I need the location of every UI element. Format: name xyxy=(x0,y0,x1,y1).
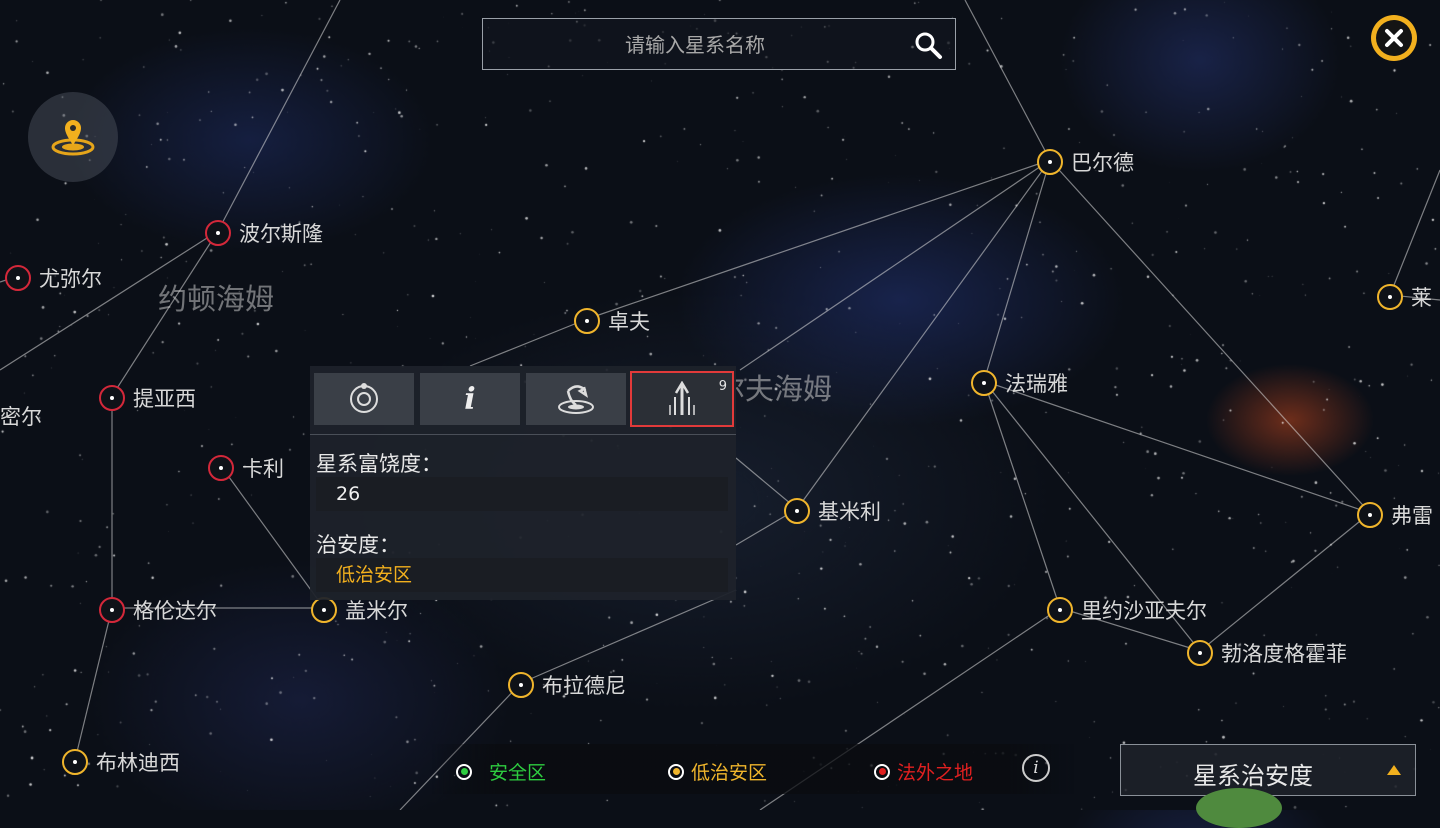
legend-item-lawless: 法外之地 xyxy=(874,758,973,785)
system-name: 卡利 xyxy=(242,457,284,481)
security-value: 低治安区 xyxy=(316,558,728,592)
system-marker-icon xyxy=(99,597,125,623)
system-marker-icon xyxy=(1037,149,1063,175)
system-node[interactable]: 波尔斯隆 xyxy=(205,218,323,248)
system-name: 基米利 xyxy=(818,500,881,524)
legend-label: 低治安区 xyxy=(691,762,768,784)
system-name: 提亚西 xyxy=(133,387,196,411)
system-node[interactable]: 布拉德尼 xyxy=(508,670,626,700)
system-name: 布拉德尼 xyxy=(542,674,626,698)
structures-icon xyxy=(669,381,695,415)
system-marker-icon xyxy=(1187,640,1213,666)
map-mode-label: 星系治安度 xyxy=(1193,762,1313,790)
legend-item-low: 低治安区 xyxy=(668,758,767,785)
system-name: 布林迪西 xyxy=(96,751,180,775)
system-name: 卓夫 xyxy=(608,310,650,334)
system-marker-icon xyxy=(1357,502,1383,528)
system-name: 格伦达尔 xyxy=(133,599,217,623)
system-name: 弗雷 xyxy=(1391,504,1433,528)
security-label: 治安度： xyxy=(316,533,400,557)
close-icon xyxy=(1376,20,1412,56)
system-search-bar xyxy=(482,18,956,71)
locate-button[interactable] xyxy=(28,92,118,182)
legend-item-safe: 安全区 xyxy=(456,758,546,785)
system-node[interactable]: 格伦达尔 xyxy=(99,595,217,625)
map-mode-select[interactable]: 星系治安度 xyxy=(1120,744,1416,796)
planet-thumbnail xyxy=(1196,788,1282,828)
system-name: 巴尔德 xyxy=(1071,151,1134,175)
system-node[interactable]: 布林迪西 xyxy=(62,747,180,777)
system-node[interactable]: 卡利 xyxy=(208,453,284,483)
system-name: 尤弥尔 xyxy=(39,267,102,291)
system-node[interactable]: 巴尔德 xyxy=(1037,147,1134,177)
system-name: 莱 xyxy=(1411,286,1432,310)
search-icon[interactable] xyxy=(913,30,943,60)
system-name: 勃洛度格霍菲 xyxy=(1221,642,1347,666)
location-pin-icon xyxy=(51,120,95,156)
system-node[interactable]: 法瑞雅 xyxy=(971,368,1068,398)
system-marker-icon xyxy=(311,597,337,623)
system-marker-icon xyxy=(1377,284,1403,310)
legend-label: 法外之地 xyxy=(897,762,974,784)
search-input[interactable] xyxy=(483,19,907,71)
system-name: 法瑞雅 xyxy=(1005,372,1068,396)
security-legend: 安全区 低治安区 法外之地 i xyxy=(432,744,1074,794)
info-icon[interactable]: i xyxy=(1022,754,1050,782)
tab-badge: 9 xyxy=(718,379,727,394)
legend-label: 安全区 xyxy=(489,762,547,784)
tab-planets[interactable] xyxy=(314,373,414,425)
system-info-panel: i 9 星系富饶度： 26 治安度： 低治安区 xyxy=(310,366,736,600)
system-name: 密尔 xyxy=(0,405,42,429)
system-node[interactable]: 提亚西 xyxy=(99,383,196,413)
system-node[interactable]: 勃洛度格霍菲 xyxy=(1187,638,1347,668)
system-name: 波尔斯隆 xyxy=(239,222,323,246)
region-label: 约顿海姆 xyxy=(158,282,275,316)
system-node[interactable]: 卓夫 xyxy=(574,306,650,336)
system-marker-icon xyxy=(508,672,534,698)
divider xyxy=(310,434,736,435)
system-marker-icon xyxy=(574,308,600,334)
tab-structures[interactable]: 9 xyxy=(630,371,734,427)
system-marker-icon xyxy=(208,455,234,481)
system-marker-icon xyxy=(99,385,125,411)
system-node[interactable]: 基米利 xyxy=(784,496,881,526)
system-node[interactable]: 密尔 xyxy=(0,401,42,431)
system-node[interactable]: 莱 xyxy=(1377,282,1432,312)
richness-label: 星系富饶度： xyxy=(316,452,442,476)
system-name: 里约沙亚夫尔 xyxy=(1081,599,1207,623)
info-icon: i xyxy=(464,381,476,417)
lawless-dot-icon xyxy=(874,763,890,780)
tab-info[interactable]: i xyxy=(420,373,520,425)
warp-icon xyxy=(558,385,594,414)
system-marker-icon xyxy=(62,749,88,775)
safe-dot-icon xyxy=(456,763,472,780)
tab-warp[interactable] xyxy=(526,373,626,425)
system-node[interactable]: 弗雷 xyxy=(1357,500,1433,530)
system-node[interactable]: 尤弥尔 xyxy=(5,263,102,293)
close-button[interactable] xyxy=(1371,15,1417,61)
system-marker-icon xyxy=(205,220,231,246)
system-node[interactable]: 里约沙亚夫尔 xyxy=(1047,595,1207,625)
planet-icon xyxy=(350,383,378,413)
richness-value: 26 xyxy=(316,477,728,511)
system-marker-icon xyxy=(5,265,31,291)
system-marker-icon xyxy=(971,370,997,396)
system-marker-icon xyxy=(1047,597,1073,623)
caret-up-icon xyxy=(1387,765,1401,775)
low-security-dot-icon xyxy=(668,763,684,780)
system-marker-icon xyxy=(784,498,810,524)
